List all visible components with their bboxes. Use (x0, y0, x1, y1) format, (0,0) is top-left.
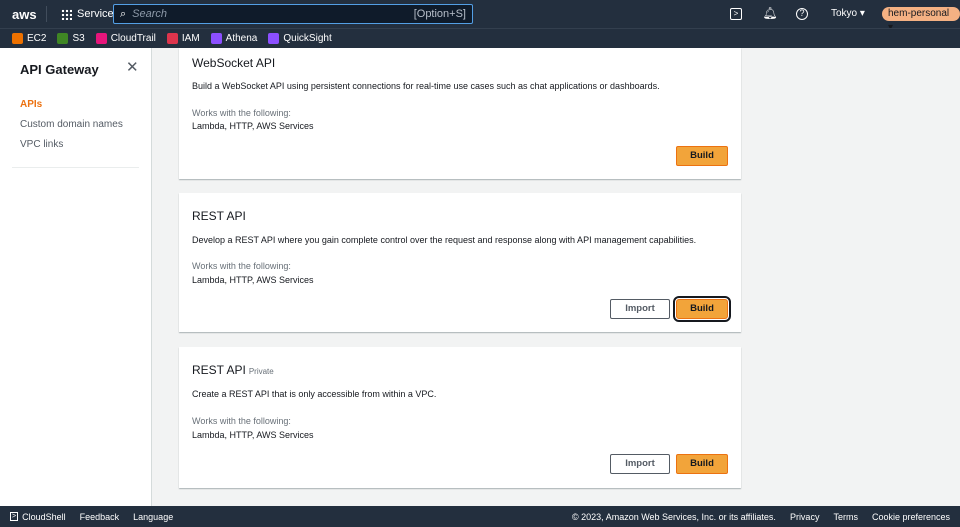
works-with-label: Works with the following: (192, 108, 291, 118)
favorite-iam[interactable]: IAM (166, 32, 200, 45)
cloudshell-icon[interactable]: > (730, 8, 742, 20)
divider (46, 6, 47, 22)
ec2-icon (12, 32, 23, 44)
account-menu[interactable]: hem-personal ▾ (882, 7, 960, 33)
bell-icon[interactable]: 🔔︎ (762, 6, 778, 22)
favorite-label: EC2 (27, 33, 47, 45)
search-placeholder: Search (132, 8, 168, 20)
copyright: © 2023, Amazon Web Services, Inc. or its… (572, 511, 776, 522)
aws-logo[interactable]: aws (12, 7, 38, 22)
close-icon[interactable]: ✕ (126, 58, 139, 76)
sidebar-title: API Gateway (20, 62, 99, 77)
card-description: Build a WebSocket API using persistent c… (192, 81, 660, 91)
athena-icon (210, 32, 222, 44)
footer-feedback[interactable]: Feedback (80, 512, 120, 522)
favorite-label: S3 (72, 33, 85, 45)
sidebar-item-custom-domain-names[interactable]: Custom domain names (20, 119, 123, 130)
websocket-api-card: WebSocket API Build a WebSocket API usin… (179, 48, 741, 179)
favorite-athena[interactable]: Athena (210, 32, 258, 45)
favorite-label: QuickSight (283, 33, 332, 45)
sidebar: API Gateway ✕ APIs Custom domain names V… (0, 48, 152, 506)
card-description: Develop a REST API where you gain comple… (192, 235, 697, 245)
build-button[interactable]: Build (673, 296, 731, 322)
iam-icon (166, 32, 178, 44)
import-button[interactable]: Import (610, 299, 670, 319)
favorite-quicksight[interactable]: QuickSight (268, 32, 332, 45)
favorite-s3[interactable]: S3 (57, 32, 85, 45)
favorites-bar: EC2 S3 CloudTrail IAM Athena QuickSight (0, 28, 960, 48)
s3-icon (57, 32, 69, 44)
favorite-cloudtrail[interactable]: CloudTrail (95, 32, 156, 45)
divider (12, 167, 139, 168)
build-button[interactable]: Build (676, 454, 728, 474)
works-with-label: Works with the following: (192, 261, 291, 271)
works-with-list: Lambda, HTTP, AWS Services (192, 275, 314, 285)
favorite-label: IAM (181, 33, 200, 45)
search-shortcut: [Option+S] (413, 8, 466, 20)
card-title-text: REST API (192, 363, 246, 377)
quicksight-icon (268, 32, 280, 44)
footer-cookie-preferences[interactable]: Cookie preferences (872, 512, 950, 522)
footer-privacy[interactable]: Privacy (790, 512, 820, 522)
build-button[interactable]: Build (676, 146, 728, 166)
favorite-label: Athena (225, 33, 258, 45)
region-selector[interactable]: Tokyo ▾ (831, 8, 865, 19)
works-with-label: Works with the following: (192, 416, 291, 426)
footer-terms[interactable]: Terms (833, 512, 858, 522)
cloudshell-icon: > (10, 512, 19, 521)
card-title: WebSocket API (192, 56, 276, 70)
card-title: REST API (192, 209, 246, 223)
favorite-ec2[interactable]: EC2 (12, 32, 47, 45)
import-button[interactable]: Import (610, 454, 670, 474)
favorite-label: CloudTrail (110, 33, 156, 45)
card-title: REST API Private (192, 363, 274, 377)
footer: > CloudShell Feedback Language © 2023, A… (0, 506, 960, 527)
rest-api-private-card: REST API Private Create a REST API that i… (179, 347, 741, 488)
footer-language[interactable]: Language (133, 512, 173, 522)
search-icon: ⌕ (120, 7, 127, 20)
services-button[interactable]: Services (61, 8, 119, 20)
cloudtrail-icon (95, 32, 107, 44)
footer-cloudshell[interactable]: CloudShell (22, 512, 66, 522)
works-with-list: Lambda, HTTP, AWS Services (192, 121, 314, 131)
rest-api-card: REST API Develop a REST API where you ga… (179, 193, 741, 332)
sidebar-item-vpc-links[interactable]: VPC links (20, 139, 63, 150)
search-input[interactable]: ⌕ Search [Option+S] (113, 4, 473, 24)
help-icon[interactable]: ? (796, 8, 808, 20)
grid-icon (61, 8, 72, 20)
sidebar-item-apis[interactable]: APIs (20, 99, 42, 110)
works-with-list: Lambda, HTTP, AWS Services (192, 430, 314, 440)
card-description: Create a REST API that is only accessibl… (192, 389, 437, 399)
private-badge: Private (248, 367, 274, 376)
